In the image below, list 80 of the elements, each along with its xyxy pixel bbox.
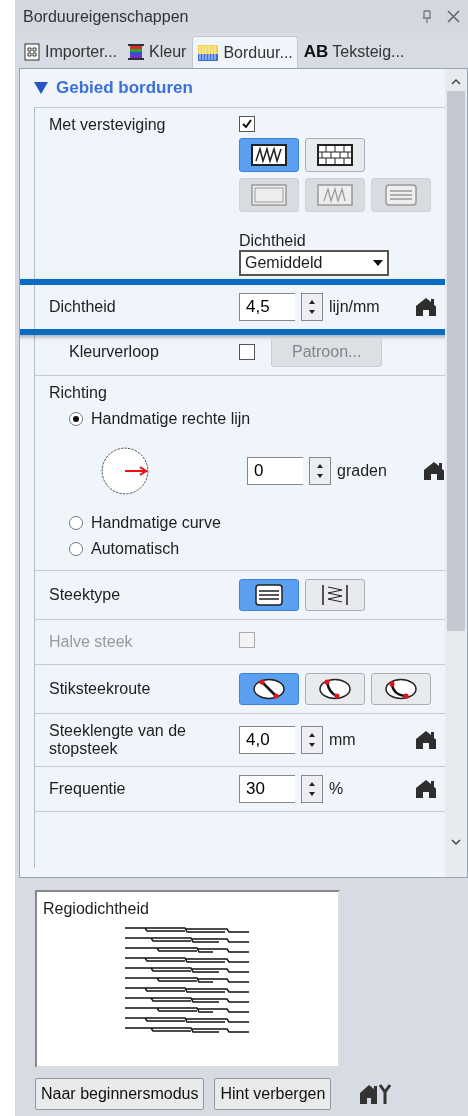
spool-icon (127, 43, 146, 61)
down-triangle-icon (317, 474, 323, 478)
zigzag-icon (317, 184, 353, 206)
field-label: Kleurverloop (69, 343, 160, 361)
unit-label: mm (329, 731, 357, 749)
number-field[interactable]: 30 (239, 775, 295, 803)
number-field[interactable]: 0 (247, 457, 303, 485)
spin-button[interactable] (309, 457, 331, 485)
field-label: Halve steek (49, 633, 134, 651)
panel-tab[interactable]: Borduur... (192, 36, 298, 68)
spin-button[interactable] (301, 775, 323, 803)
scrollbar[interactable] (445, 69, 467, 877)
number-field[interactable]: 4,0 (239, 726, 295, 754)
section-title: Gebied borduren (56, 78, 193, 98)
up-triangle-icon (309, 300, 315, 304)
lines-icon (254, 584, 284, 606)
option-label[interactable]: Handmatige curve (91, 514, 221, 532)
field-label: Stiksteekroute (49, 680, 152, 698)
unit-label: % (329, 780, 345, 798)
spin-button[interactable] (301, 293, 323, 321)
down-triangle-icon (309, 310, 315, 314)
field-label: Steektype (49, 586, 122, 604)
home-wrench-icon[interactable] (359, 1083, 394, 1105)
unit-label: graden (337, 462, 388, 480)
chevron-down-icon[interactable] (450, 837, 462, 847)
pin-icon[interactable] (421, 9, 433, 24)
section-label: Richting (49, 384, 108, 402)
route-button[interactable] (371, 673, 431, 705)
field-label: Dichtheid (49, 298, 117, 316)
chevron-up-icon[interactable] (450, 77, 462, 87)
panel-tab[interactable]: Kleur (123, 36, 191, 68)
field-label: Frequentie (49, 780, 127, 798)
field-label: Steeklengte van de stopsteek (49, 722, 187, 758)
stitch-pattern-button[interactable] (305, 138, 365, 172)
stitch-pattern-button[interactable] (239, 138, 299, 172)
radio-button[interactable] (69, 542, 83, 556)
window-title: Borduureigenschappen (23, 7, 190, 26)
zigzag-icon (320, 584, 350, 606)
down-triangle-icon (309, 743, 315, 747)
route-icon (383, 677, 419, 701)
checkbox[interactable] (239, 344, 255, 360)
lines-icon (383, 184, 419, 206)
home-icon[interactable] (415, 730, 437, 750)
route-button[interactable] (239, 673, 299, 705)
zigzag-icon (251, 144, 287, 166)
stitch-type-button[interactable] (239, 579, 299, 611)
stitch-pattern-icon (197, 43, 220, 62)
stitch-type-button[interactable] (305, 579, 365, 611)
triangle-icon[interactable] (34, 81, 48, 95)
home-icon[interactable] (415, 779, 437, 799)
radio-button[interactable] (69, 412, 83, 426)
option-label[interactable]: Handmatige rechte lijn (91, 410, 251, 428)
route-button[interactable] (305, 673, 365, 705)
spin-button[interactable] (301, 726, 323, 754)
brick-pattern-icon (317, 144, 353, 166)
field-label: Met versteviging (49, 116, 167, 134)
home-icon[interactable] (415, 297, 437, 317)
unit-label: lijn/mm (329, 298, 381, 316)
route-icon (317, 677, 353, 701)
density-dropdown[interactable]: Gemiddeld (239, 250, 389, 276)
up-triangle-icon (317, 464, 323, 468)
checkbox[interactable] (239, 116, 255, 132)
footer-button[interactable]: Naar beginnersmodus (35, 1078, 205, 1110)
panel-tab[interactable]: AB Teksteig... (299, 36, 409, 68)
up-triangle-icon (309, 733, 315, 737)
rectangle-icon (251, 184, 287, 206)
close-icon[interactable] (447, 10, 460, 23)
caret-icon (373, 260, 383, 266)
option-label[interactable]: Automatisch (91, 540, 180, 558)
home-icon[interactable] (423, 461, 445, 481)
down-triangle-icon (309, 792, 315, 796)
hint-title: Regiodichtheid (43, 900, 150, 918)
radio-button[interactable] (69, 516, 83, 530)
route-icon (251, 677, 287, 701)
footer-button[interactable]: Hint verbergen (214, 1078, 332, 1110)
grid-icon (23, 43, 41, 61)
number-field[interactable]: 4,5 (239, 293, 295, 321)
up-triangle-icon (309, 782, 315, 786)
field-label: Dichtheid (239, 232, 306, 250)
panel-tab[interactable]: Importer... (19, 36, 122, 68)
